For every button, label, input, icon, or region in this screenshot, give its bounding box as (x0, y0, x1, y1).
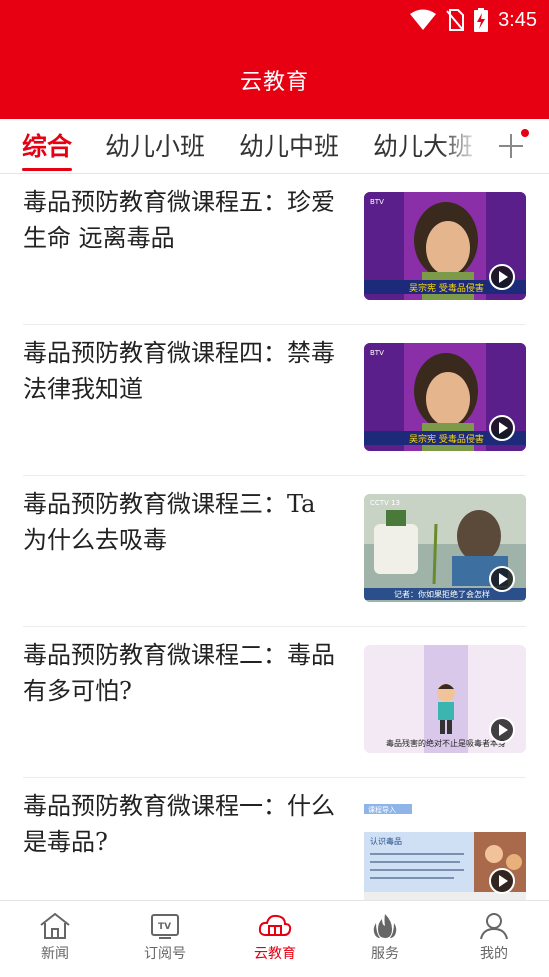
list-item[interactable]: 毒品预防教育微课程三：Ta为什么去吸毒 记者：你如果拒绝了会怎样 CCTV 13 (23, 476, 526, 627)
article-title: 毒品预防教育微课程四：禁毒法律我知道 (23, 339, 335, 403)
video-thumbnail[interactable]: 课程导入 认识毒品 (364, 796, 526, 904)
article-title: 毒品预防教育微课程一：什么是毒品? (23, 792, 335, 856)
svg-text:BTV: BTV (370, 198, 384, 206)
svg-text:课程导入: 课程导入 (368, 805, 396, 814)
article-title: 毒品预防教育微课程二：毒品有多可怕? (23, 641, 335, 705)
service-icon (373, 914, 397, 938)
svg-text:记者：你如果拒绝了会怎样: 记者：你如果拒绝了会怎样 (394, 589, 490, 599)
list-item[interactable]: 毒品预防教育微课程五：珍爱生命 远离毒品 吴宗宪 受毒品侵害 BTV (23, 174, 526, 325)
play-icon[interactable] (489, 868, 515, 894)
svg-text:BTV: BTV (370, 349, 384, 357)
nav-label: 服务 (371, 946, 399, 962)
tab-kindergarten-junior[interactable]: 幼儿小班 (105, 127, 205, 163)
video-thumbnail[interactable]: 记者：你如果拒绝了会怎样 CCTV 13 (364, 494, 526, 602)
video-thumbnail[interactable]: 毒品残害的绝对不止是吸毒者本身 (364, 645, 526, 753)
notification-dot (521, 129, 529, 137)
nav-news[interactable]: 新闻 (0, 907, 110, 973)
cloud-education-icon (258, 914, 292, 936)
svg-text:毒品残害的绝对不止是吸毒者本身: 毒品残害的绝对不止是吸毒者本身 (386, 738, 506, 748)
video-thumbnail[interactable]: 吴宗宪 受毒品侵害 BTV (364, 192, 526, 300)
svg-text:CCTV 13: CCTV 13 (370, 499, 400, 507)
bottom-navigation: 新闻 TV 订阅号 云教育 服务 我的 (0, 900, 549, 977)
play-icon[interactable] (489, 264, 515, 290)
page-title: 云教育 (239, 70, 309, 95)
article-list: 毒品预防教育微课程五：珍爱生命 远离毒品 吴宗宪 受毒品侵害 BTV 毒品预防教… (0, 174, 549, 928)
add-channel-button[interactable] (490, 119, 549, 172)
nav-label: 订阅号 (144, 946, 186, 962)
tab-general[interactable]: 综合 (22, 127, 72, 163)
play-icon[interactable] (489, 566, 515, 592)
list-item[interactable]: 毒品预防教育微课程四：禁毒法律我知道 吴宗宪 受毒品侵害 BTV (23, 325, 526, 476)
nav-label: 新闻 (41, 946, 69, 962)
svg-text:吴宗宪 受毒品侵害: 吴宗宪 受毒品侵害 (409, 282, 484, 294)
play-icon[interactable] (489, 717, 515, 743)
battery-charging-icon (474, 8, 489, 32)
tab-kindergarten-middle[interactable]: 幼儿中班 (239, 127, 339, 163)
nav-profile[interactable]: 我的 (439, 907, 549, 973)
list-item[interactable]: 毒品预防教育微课程二：毒品有多可怕? 毒品残害的绝对不止是吸毒者本身 (23, 627, 526, 778)
user-icon (480, 913, 508, 940)
svg-text:TV: TV (158, 922, 171, 932)
tv-icon: TV (151, 914, 179, 939)
play-icon[interactable] (489, 415, 515, 441)
wifi-icon (410, 9, 437, 30)
tab-fade-overlay (440, 119, 490, 172)
status-time: 3:45 (498, 8, 537, 31)
svg-text:认识毒品: 认识毒品 (370, 836, 402, 846)
nav-cloud-education[interactable]: 云教育 (220, 907, 330, 973)
nav-label: 云教育 (254, 946, 296, 962)
no-sim-icon (446, 9, 465, 31)
status-bar: 3:45 (410, 6, 537, 34)
article-title: 毒品预防教育微课程五：珍爱生命 远离毒品 (23, 188, 335, 252)
active-tab-indicator (22, 168, 72, 171)
svg-text:吴宗宪 受毒品侵害: 吴宗宪 受毒品侵害 (409, 433, 484, 445)
plus-icon-stroke (510, 134, 512, 158)
article-title: 毒品预防教育微课程三：Ta为什么去吸毒 (23, 490, 316, 554)
video-thumbnail[interactable]: 吴宗宪 受毒品侵害 BTV (364, 343, 526, 451)
nav-subscriptions[interactable]: TV 订阅号 (110, 907, 220, 973)
nav-label: 我的 (480, 946, 508, 962)
app-header: 3:45 云教育 (0, 0, 549, 119)
category-tabs: 综合 幼儿小班 幼儿中班 幼儿大班 (0, 119, 549, 174)
nav-service[interactable]: 服务 (330, 907, 440, 973)
home-icon (40, 912, 70, 939)
